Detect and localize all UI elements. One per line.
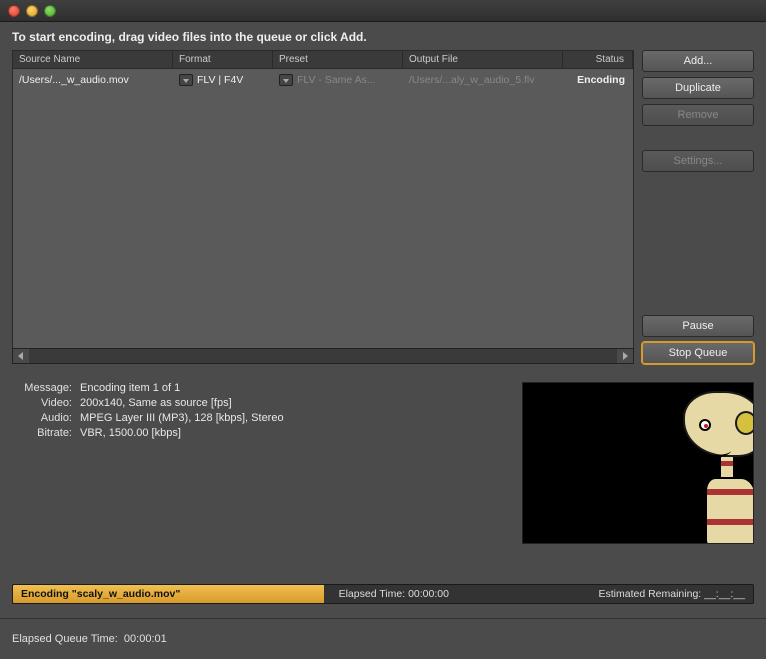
scroll-right-icon[interactable] xyxy=(617,349,633,363)
progress-bar: Encoding "scaly_w_audio.mov" Elapsed Tim… xyxy=(12,584,754,604)
cell-output: /Users/...aly_w_audio_5.flv xyxy=(403,72,563,88)
cell-format[interactable]: FLV | F4V xyxy=(173,72,273,88)
scroll-left-icon[interactable] xyxy=(13,349,29,363)
minimize-window-button[interactable] xyxy=(26,5,38,17)
label-message: Message: xyxy=(12,382,72,394)
value-bitrate: VBR, 1500.00 [kbps] xyxy=(80,427,181,439)
close-window-button[interactable] xyxy=(8,5,20,17)
titlebar xyxy=(0,0,766,22)
col-header-source[interactable]: Source Name xyxy=(13,51,173,68)
label-audio: Audio: xyxy=(12,412,72,424)
queue-panel: Source Name Format Preset Output File St… xyxy=(12,50,634,364)
value-audio: MPEG Layer III (MP3), 128 [kbps], Stereo xyxy=(80,412,284,424)
queue-list[interactable]: /Users/..._w_audio.mov FLV | F4V FLV - S… xyxy=(12,68,634,348)
label-bitrate: Bitrate: xyxy=(12,427,72,439)
preset-dropdown-icon[interactable] xyxy=(279,74,293,86)
progress-filename: Encoding "scaly_w_audio.mov" xyxy=(13,588,180,600)
cell-status: Encoding xyxy=(563,72,633,88)
remove-button[interactable]: Remove xyxy=(642,104,754,126)
col-header-status[interactable]: Status xyxy=(563,51,633,68)
preview-thumbnail xyxy=(522,382,754,544)
col-header-output[interactable]: Output File xyxy=(403,51,563,68)
value-video: 200x140, Same as source [fps] xyxy=(80,397,232,409)
side-buttons-top: Add... Duplicate Remove Settings... xyxy=(642,50,754,172)
duplicate-button[interactable]: Duplicate xyxy=(642,77,754,99)
value-message: Encoding item 1 of 1 xyxy=(80,382,180,394)
label-video: Video: xyxy=(12,397,72,409)
settings-button[interactable]: Settings... xyxy=(642,150,754,172)
instruction-text: To start encoding, drag video files into… xyxy=(0,22,766,50)
add-button[interactable]: Add... xyxy=(642,50,754,72)
queue-time-label: Elapsed Queue Time: xyxy=(12,633,118,645)
cell-source: /Users/..._w_audio.mov xyxy=(13,72,173,88)
cell-preset[interactable]: FLV - Same As... xyxy=(273,72,403,88)
side-buttons-bottom: Pause Stop Queue xyxy=(642,315,754,364)
queue-header: Source Name Format Preset Output File St… xyxy=(12,50,634,68)
zoom-window-button[interactable] xyxy=(44,5,56,17)
pause-button[interactable]: Pause xyxy=(642,315,754,337)
col-header-format[interactable]: Format xyxy=(173,51,273,68)
horizontal-scrollbar[interactable] xyxy=(12,348,634,364)
elapsed-value: 00:00:00 xyxy=(408,588,449,600)
stop-queue-button[interactable]: Stop Queue xyxy=(642,342,754,364)
elapsed-label: Elapsed Time: xyxy=(339,588,406,600)
col-header-preset[interactable]: Preset xyxy=(273,51,403,68)
remaining-value: __:__:__ xyxy=(704,588,745,600)
scroll-track[interactable] xyxy=(29,349,617,363)
remaining-label: Estimated Remaining: xyxy=(598,588,701,600)
queue-time-value: 00:00:01 xyxy=(124,633,167,645)
format-dropdown-icon[interactable] xyxy=(179,74,193,86)
encode-info: Message: Encoding item 1 of 1 Video: 200x1… xyxy=(12,382,502,544)
queue-row[interactable]: /Users/..._w_audio.mov FLV | F4V FLV - S… xyxy=(13,69,633,91)
footer: Elapsed Queue Time: 00:00:01 xyxy=(0,618,766,659)
